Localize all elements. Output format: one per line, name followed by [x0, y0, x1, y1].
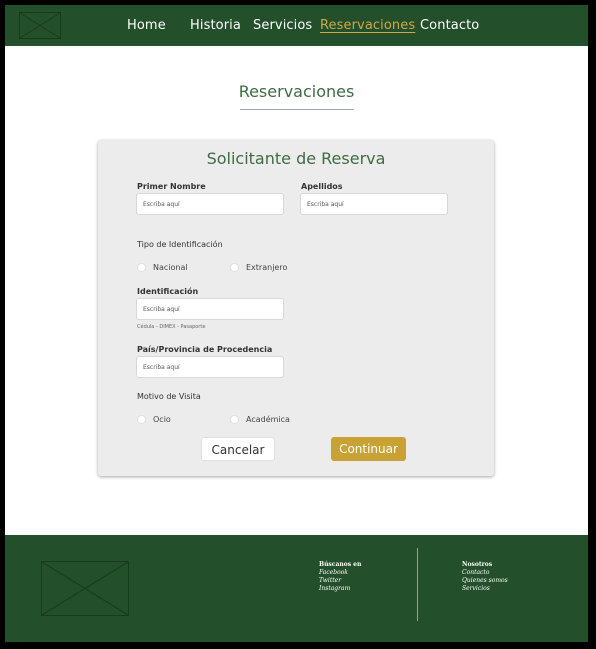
identification-label: Identificación	[137, 287, 199, 296]
footer-divider	[417, 548, 418, 621]
footer-link-twitter[interactable]: Twitter	[319, 577, 361, 585]
page: Home Historia Servicios Reservaciones Co…	[5, 5, 588, 642]
header-bar: Home Historia Servicios Reservaciones Co…	[5, 5, 588, 46]
footer: Búscanos en Facebook Twitter Instagram N…	[5, 535, 588, 642]
nav-servicios[interactable]: Servicios	[253, 18, 312, 33]
continue-button[interactable]: Continuar	[331, 437, 406, 461]
first-name-label: Primer Nombre	[137, 182, 206, 191]
visit-reason-leisure-radio[interactable]	[137, 415, 146, 424]
id-type-national-radio[interactable]	[137, 263, 146, 272]
nav-home[interactable]: Home	[127, 18, 166, 33]
id-type-foreign-radio[interactable]	[230, 263, 239, 272]
footer-link-servicios[interactable]: Servicios	[462, 585, 508, 593]
last-name-field[interactable]	[300, 193, 448, 215]
origin-label: País/Provincia de Procedencia	[137, 345, 273, 354]
image-placeholder-icon	[42, 562, 128, 615]
form-title: Solicitante de Reserva	[206, 149, 386, 168]
page-title: Reservaciones	[238, 82, 355, 101]
footer-link-instagram[interactable]: Instagram	[319, 585, 361, 593]
id-type-national-label: Nacional	[153, 263, 188, 272]
footer-about-heading: Nosotros	[462, 561, 493, 568]
nav-reservaciones[interactable]: Reservaciones	[320, 18, 415, 33]
cancel-button[interactable]: Cancelar	[201, 437, 275, 461]
last-name-label: Apellidos	[301, 182, 343, 191]
footer-about-column: Nosotros Contacto Quienes somos Servicio…	[462, 561, 508, 593]
footer-link-facebook[interactable]: Facebook	[319, 569, 361, 577]
visit-reason-academic-label: Académica	[246, 415, 290, 424]
first-name-field[interactable]	[136, 193, 284, 215]
identification-field[interactable]	[136, 298, 284, 320]
footer-link-contacto[interactable]: Contacto	[462, 569, 508, 577]
reservation-form-card: Solicitante de Reserva Primer Nombre Ape…	[98, 140, 494, 476]
nav-historia[interactable]: Historia	[190, 18, 241, 33]
visit-reason-academic-radio[interactable]	[230, 415, 239, 424]
identification-hint: Cédula - DIMEX - Pasaporte	[137, 324, 206, 330]
footer-social-heading: Búscanos en	[319, 561, 362, 568]
footer-link-quienes-somos[interactable]: Quienes somos	[462, 577, 508, 585]
visit-reason-label: Motivo de Visita	[137, 392, 201, 401]
id-type-foreign-label: Extranjero	[246, 263, 288, 272]
id-type-label: Tipo de Identificación	[137, 240, 223, 249]
footer-social-column: Búscanos en Facebook Twitter Instagram	[319, 561, 361, 593]
visit-reason-leisure-label: Ocio	[153, 415, 171, 424]
logo-image-placeholder[interactable]	[19, 12, 61, 39]
footer-logo-image-placeholder	[41, 561, 129, 616]
nav-contacto[interactable]: Contacto	[420, 18, 479, 33]
origin-field[interactable]	[136, 356, 284, 378]
image-placeholder-icon	[20, 13, 60, 38]
title-underline	[240, 109, 354, 110]
